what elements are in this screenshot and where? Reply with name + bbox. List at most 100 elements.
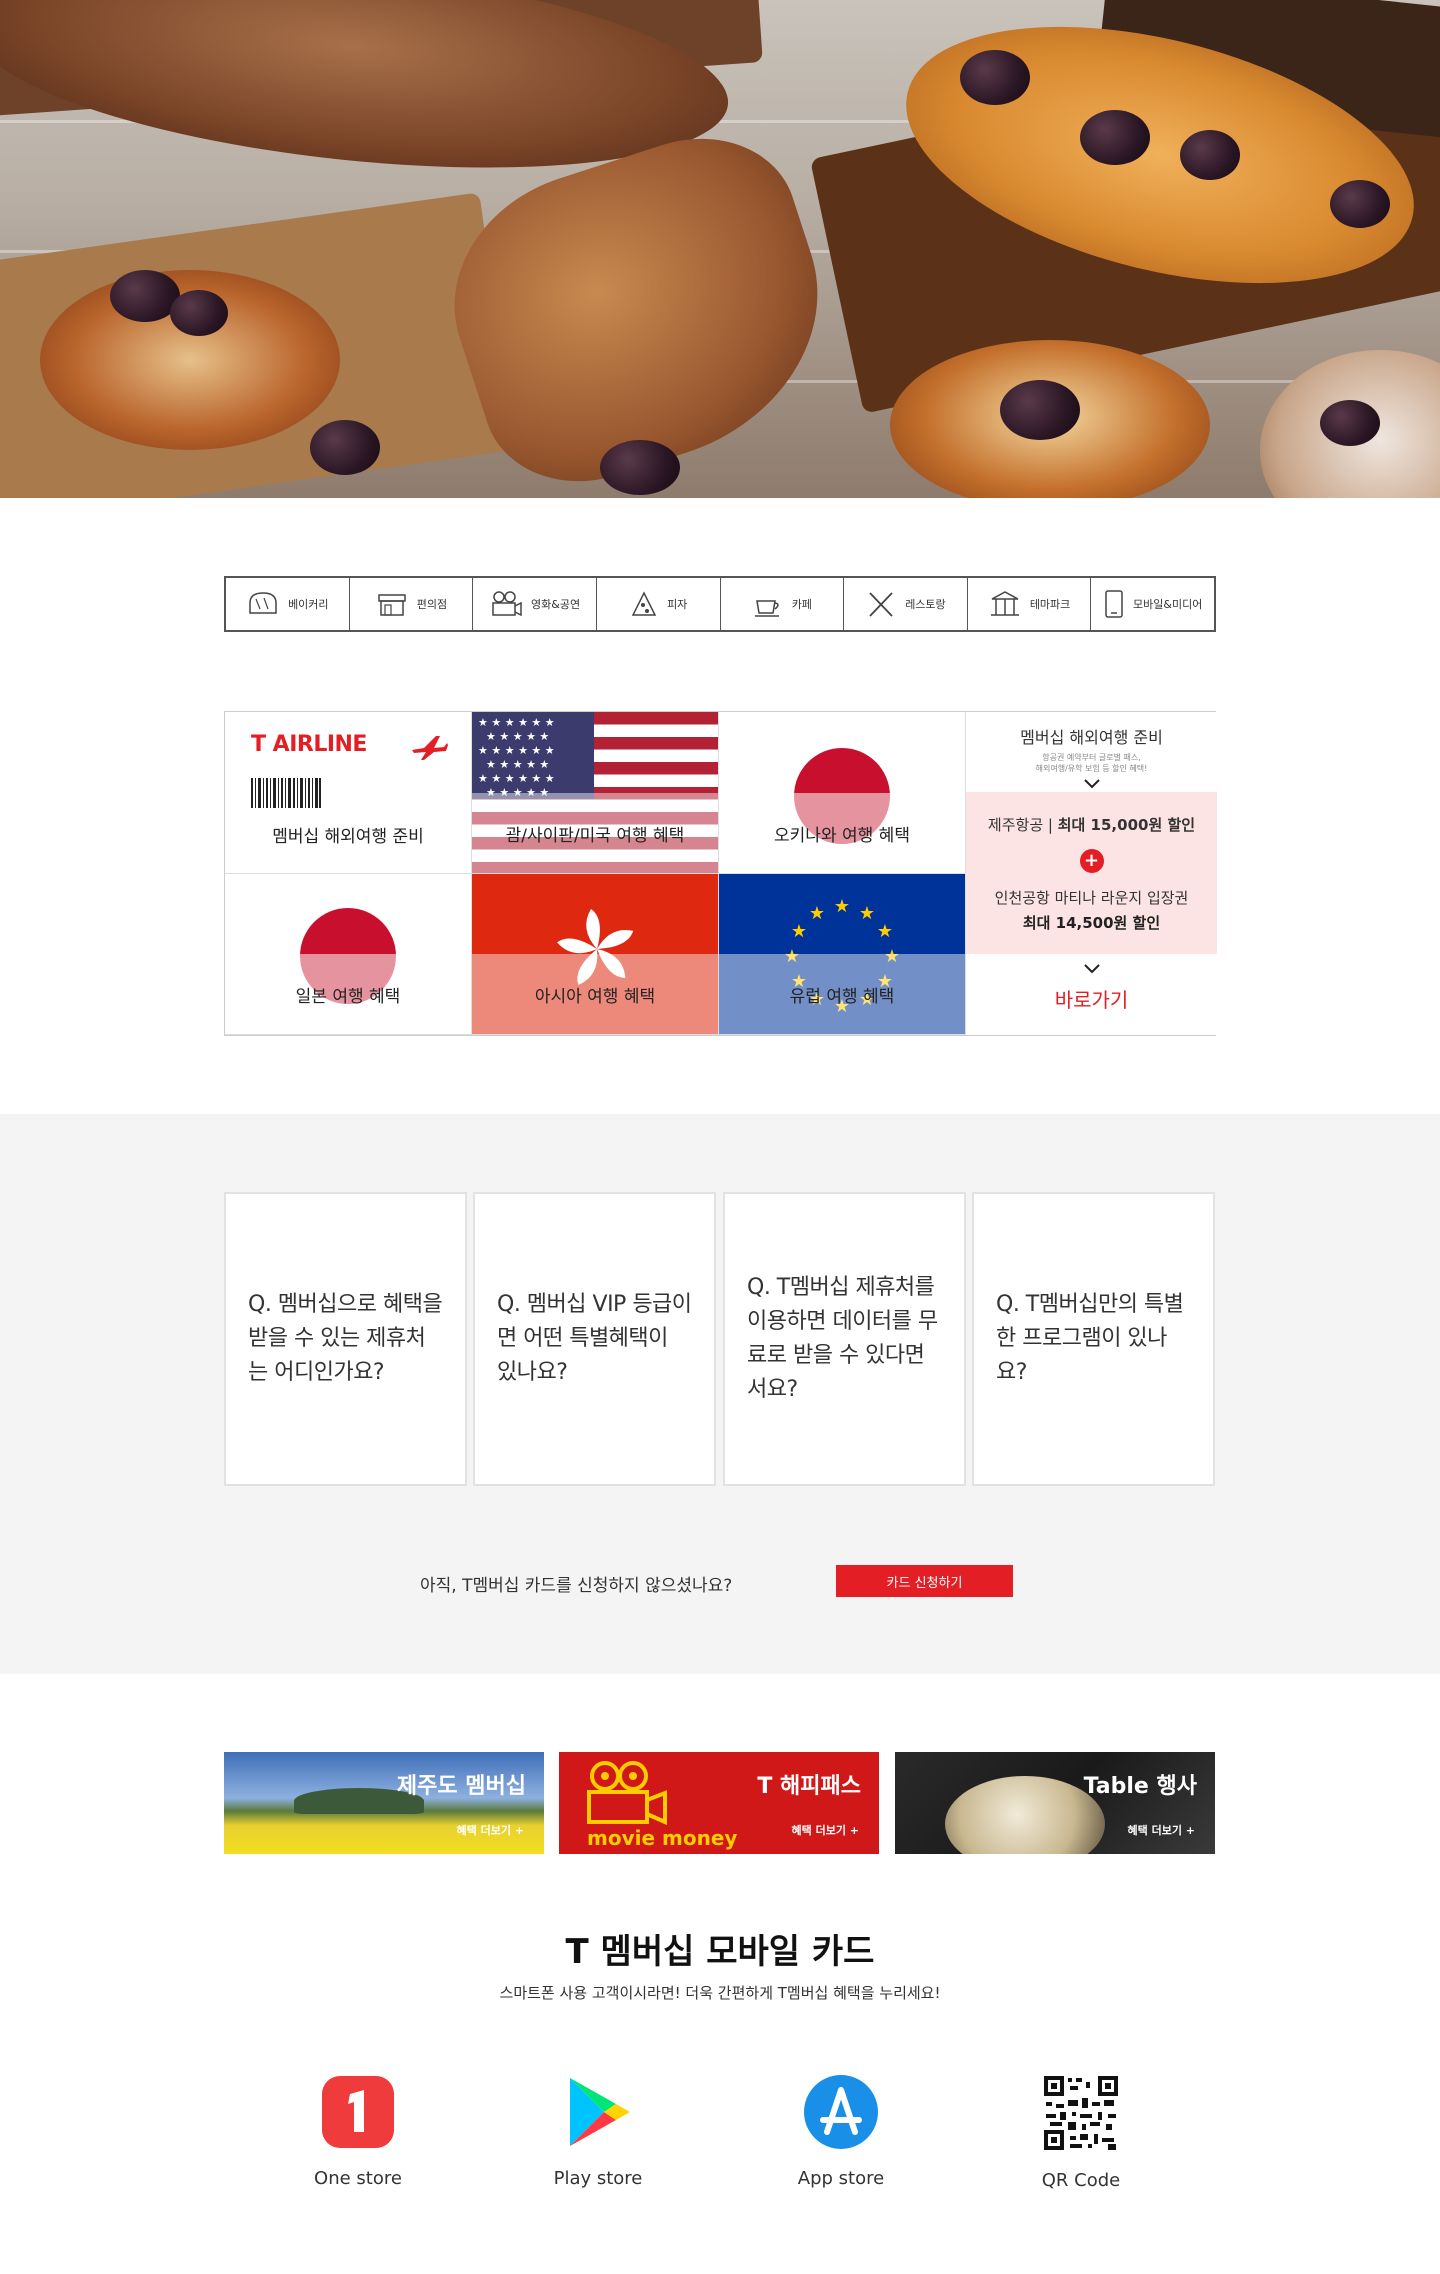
barcode-icon	[251, 778, 321, 808]
airline-logo: T AIRLINE	[251, 732, 367, 757]
travel-cell-asia[interactable]: 아시아 여행 혜택	[472, 874, 719, 1035]
category-label: 레스토랑	[905, 598, 946, 611]
svg-text:★ ★ ★ ★ ★ ★: ★ ★ ★ ★ ★ ★	[478, 716, 555, 729]
app-store-icon	[804, 2075, 878, 2149]
category-cafe[interactable]: 카페	[721, 578, 845, 630]
travel-cell-japan[interactable]: 일본 여행 혜택	[225, 874, 472, 1035]
travel-cell-label: 유럽 여행 혜택	[719, 954, 965, 1034]
app-label: App store	[797, 2168, 885, 2189]
svg-text:★: ★	[877, 921, 893, 942]
plus-icon: +	[1079, 849, 1104, 873]
faq-question: Q. 멤버십 VIP 등급이면 어떤 특별혜택이 있나요?	[497, 1292, 692, 1385]
offer2-value: 최대 14,500원 할인	[1022, 914, 1161, 932]
category-label: 테마파크	[1029, 598, 1071, 611]
side-panel-offers: 제주항공 | 최대 15,000원 할인 + 인천공항 마티나 라운지 입장권 …	[966, 792, 1217, 954]
svg-text:★ ★ ★ ★ ★: ★ ★ ★ ★ ★	[486, 758, 549, 771]
bakery-icon	[249, 592, 277, 614]
table-banner[interactable]: Table 행사 혜택 더보기 +	[895, 1752, 1215, 1854]
travel-cell-label: 멤버십 해외여행 준비	[272, 827, 424, 847]
category-theme-park[interactable]: 테마파크	[968, 578, 1092, 630]
side-panel-title: 멤버십 해외여행 준비	[1020, 728, 1163, 747]
offer1-value: 최대 15,000원 할인	[1057, 816, 1196, 834]
app-one-store[interactable]: One store	[298, 2074, 418, 2189]
mobile-card-title: T 멤버십 모바일 카드	[565, 1932, 875, 1972]
category-convenience-store[interactable]: 편의점	[350, 578, 474, 630]
travel-cell-okinawa[interactable]: 오키나와 여행 혜택	[719, 712, 966, 874]
category-bar: 베이커리 편의점 영화&공연 피자 카페 레스토랑 테마파크 모바일&미디어	[224, 576, 1216, 632]
category-pizza[interactable]: 피자	[597, 578, 721, 630]
travel-cell-label: 아시아 여행 혜택	[472, 954, 718, 1034]
svg-text:★ ★ ★ ★ ★: ★ ★ ★ ★ ★	[486, 730, 549, 743]
travel-cell-label: 오키나와 여행 혜택	[719, 793, 965, 873]
fork-knife-icon	[869, 592, 893, 617]
category-label: 카페	[791, 598, 812, 611]
category-label: 모바일&미디어	[1133, 598, 1203, 611]
category-restaurant[interactable]: 레스토랑	[844, 578, 968, 630]
category-label: 영화&공연	[531, 598, 581, 611]
category-bakery[interactable]: 베이커리	[226, 578, 350, 630]
svg-text:★: ★	[834, 896, 850, 917]
faq-card[interactable]: Q. T멤버십 제휴처를 이용하면 데이터를 무료로 받을 수 있다면서요?	[723, 1192, 966, 1486]
app-qr-code[interactable]: QR Code	[1021, 2074, 1141, 2191]
category-label: 편의점	[416, 598, 448, 611]
side-panel-subtitle-2: 해외여행/유학 보험 등 할인 혜택!	[1035, 764, 1148, 773]
category-label: 피자	[667, 598, 688, 611]
banner-more-link[interactable]: 혜택 더보기 +	[1128, 1822, 1195, 1838]
travel-cell-label: 일본 여행 혜택	[225, 954, 471, 1034]
mobile-card-subtitle: 스마트폰 사용 고객이시라면! 더욱 간편하게 T멤버십 혜택을 누리세요!	[499, 1984, 941, 2002]
apply-card-button[interactable]: 카드 신청하기	[836, 1565, 1013, 1597]
category-label: 베이커리	[288, 598, 329, 611]
banner-title: Table 행사	[1083, 1774, 1197, 1799]
chevron-down-icon	[1083, 964, 1100, 974]
faq-card[interactable]: Q. 멤버십으로 혜택을 받을 수 있는 제휴처는 어디인가요?	[224, 1192, 467, 1486]
movie-camera-icon	[587, 1761, 667, 1826]
svg-text:★ ★ ★ ★ ★ ★: ★ ★ ★ ★ ★ ★	[478, 744, 555, 757]
store-icon	[378, 594, 406, 616]
jeju-banner[interactable]: 제주도 멤버십 혜택 더보기 +	[224, 1752, 544, 1854]
category-mobile-media[interactable]: 모바일&미디어	[1091, 578, 1214, 630]
pizza-icon	[631, 591, 657, 616]
travel-benefits-grid: T AIRLINE 멤버십 해외여행 준비 ★ ★ ★ ★ ★ ★ ★ ★ ★ ★…	[224, 711, 1217, 1036]
airplane-icon	[412, 736, 448, 760]
apply-prompt-text: 아직, T멤버십 카드를 신청하지 않으셨나요?	[420, 1576, 733, 1596]
travel-cell-membership-prep[interactable]: T AIRLINE 멤버십 해외여행 준비	[225, 712, 472, 874]
faq-card[interactable]: Q. T멤버십만의 특별한 프로그램이 있나요?	[972, 1192, 1215, 1486]
happypass-banner[interactable]: movie money T 해피패스 혜택 더보기 +	[559, 1752, 879, 1854]
app-label: One store	[314, 2168, 402, 2189]
side-panel-cta[interactable]: 바로가기	[966, 954, 1217, 1035]
svg-text:★: ★	[859, 903, 875, 924]
one-store-icon	[322, 2076, 394, 2148]
travel-side-panel: 멤버십 해외여행 준비 항공권 예약부터 글로벌 패스, 해외여행/유학 보험 …	[966, 712, 1217, 1035]
faq-card[interactable]: Q. 멤버십 VIP 등급이면 어떤 특별혜택이 있나요?	[473, 1192, 716, 1486]
svg-text:★: ★	[809, 903, 825, 924]
banner-subtitle: movie money	[587, 1826, 738, 1850]
play-store-icon	[570, 2078, 630, 2146]
coffee-cup-icon	[754, 600, 779, 617]
faq-question: Q. T멤버십 제휴처를 이용하면 데이터를 무료로 받을 수 있다면서요?	[747, 1275, 938, 1402]
svg-text:★ ★ ★ ★ ★ ★: ★ ★ ★ ★ ★ ★	[478, 772, 555, 785]
carousel-icon	[990, 591, 1019, 616]
travel-cell-label: 괌/사이판/미국 여행 혜택	[472, 793, 718, 873]
banner-title: 제주도 멤버십	[396, 1774, 526, 1799]
banner-title: T 해피패스	[757, 1774, 861, 1799]
category-movie[interactable]: 영화&공연	[473, 578, 597, 630]
smartphone-icon	[1105, 590, 1123, 618]
app-play-store[interactable]: Play store	[538, 2074, 658, 2189]
side-panel-subtitle-1: 항공권 예약부터 글로벌 패스,	[1042, 753, 1141, 762]
app-app-store[interactable]: App store	[781, 2074, 901, 2189]
travel-cell-usa[interactable]: ★ ★ ★ ★ ★ ★ ★ ★ ★ ★ ★ ★ ★ ★ ★ ★ ★ ★ ★ ★ ★ ★…	[472, 712, 719, 874]
chevron-down-icon	[1083, 779, 1100, 789]
app-label: QR Code	[1041, 2170, 1121, 2191]
qr-code-icon	[1042, 2074, 1120, 2152]
travel-cell-europe[interactable]: ★ ★ ★ ★ ★ ★ ★ ★ ★ ★ ★ ★ 유럽 여행 혜택	[719, 874, 966, 1035]
svg-text:★: ★	[791, 921, 807, 942]
hero-bakery-image	[0, 0, 1440, 498]
go-link[interactable]: 바로가기	[966, 984, 1217, 1013]
faq-question: Q. T멤버십만의 특별한 프로그램이 있나요?	[996, 1292, 1184, 1385]
banner-more-link[interactable]: 혜택 더보기 +	[792, 1822, 859, 1838]
offer1-prefix: 제주항공 |	[987, 816, 1053, 834]
banner-more-link[interactable]: 혜택 더보기 +	[457, 1822, 524, 1838]
faq-question: Q. 멤버십으로 혜택을 받을 수 있는 제휴처는 어디인가요?	[248, 1292, 443, 1385]
food-bowl-image	[945, 1776, 1105, 1854]
offer2-title: 인천공항 마티나 라운지 입장권	[994, 889, 1189, 907]
